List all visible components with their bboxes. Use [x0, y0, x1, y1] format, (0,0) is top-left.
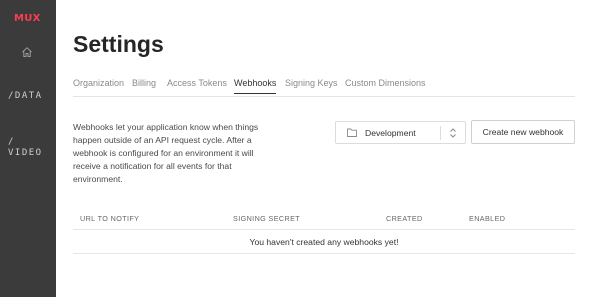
column-header-created: CREATED	[386, 214, 423, 223]
sidebar-item-video[interactable]: VIDEO	[8, 148, 43, 158]
column-header-signing-secret: SIGNING SECRET	[233, 214, 301, 223]
sidebar: MUX /DATA / VIDEO	[0, 0, 56, 297]
create-webhook-button[interactable]: Create new webhook	[471, 120, 575, 144]
table-header: URL TO NOTIFY SIGNING SECRET CREATED ENA…	[73, 206, 575, 230]
tab-signing-keys[interactable]: Signing Keys	[285, 78, 338, 88]
tab-organization[interactable]: Organization	[73, 78, 124, 88]
chevron-up-down-icon	[450, 128, 456, 138]
environment-select-value: Development	[365, 128, 416, 138]
tab-webhooks[interactable]: Webhooks	[234, 78, 277, 94]
page-title: Settings	[73, 31, 164, 57]
settings-tabs: Organization Billing Access Tokens Webho…	[73, 72, 575, 97]
column-header-enabled: ENABLED	[469, 214, 506, 223]
folder-icon	[347, 128, 357, 137]
table-empty-row: You haven't created any webhooks yet!	[73, 230, 575, 254]
tab-billing[interactable]: Billing	[132, 78, 156, 88]
empty-state-message: You haven't created any webhooks yet!	[249, 237, 399, 247]
tab-custom-dimensions[interactable]: Custom Dimensions	[345, 78, 426, 88]
webhooks-description: Webhooks let your application know when …	[73, 122, 259, 184]
home-icon[interactable]	[21, 46, 33, 58]
webhooks-table: URL TO NOTIFY SIGNING SECRET CREATED ENA…	[73, 206, 575, 254]
main-content: Settings Organization Billing Access Tok…	[56, 0, 592, 297]
environment-select[interactable]: Development	[335, 121, 466, 144]
mux-logo[interactable]: MUX	[14, 13, 41, 24]
sidebar-item-video-slash: /	[8, 137, 15, 147]
column-header-url: URL TO NOTIFY	[80, 214, 140, 223]
tab-access-tokens[interactable]: Access Tokens	[167, 78, 227, 88]
sidebar-item-data[interactable]: /DATA	[8, 91, 43, 101]
select-divider	[440, 126, 441, 140]
